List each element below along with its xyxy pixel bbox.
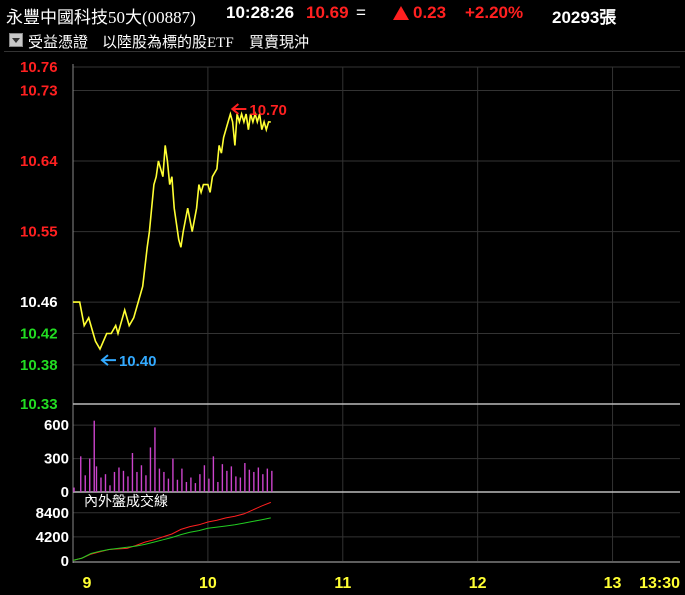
price-tick-label: 10.38: [20, 357, 58, 374]
tag-china-etf: 以陸股為標的股ETF: [102, 35, 234, 51]
price-tick-label: 10.33: [20, 396, 58, 413]
tag-bar: 受益憑證 以陸股為標的股ETF 買賣現沖: [4, 29, 685, 52]
dropdown-toggle-icon[interactable]: [9, 33, 23, 47]
low-price-label: 10.40: [119, 353, 157, 370]
flow-tick-label: 8400: [36, 505, 69, 522]
high-price-label: 10.70: [249, 102, 287, 119]
time-tick-label: 9: [83, 575, 92, 592]
price-tick-label: 10.55: [20, 224, 58, 241]
low-marker: 10.40: [100, 353, 157, 370]
volume-tick-label: 600: [44, 417, 69, 434]
price-tick-label: 10.73: [20, 83, 58, 100]
last-price: 10.69: [306, 3, 349, 22]
price-tick-label: 10.42: [20, 325, 58, 342]
flow-tick-label: 0: [61, 553, 69, 570]
flow-tick-label: 4200: [36, 529, 69, 546]
volume-bars: [73, 420, 273, 492]
quote-time: 10:28:26: [226, 3, 295, 22]
inner-volume-line: [72, 517, 271, 561]
tag-day-trade: 買賣現沖: [249, 35, 310, 51]
stock-name[interactable]: 永豐中國科技50大(00887): [6, 3, 196, 28]
up-triangle-icon: [393, 6, 409, 20]
quote-header: 永豐中國科技50大(00887) 10:28:26 10.69 = 0.23 +…: [0, 0, 685, 28]
total-volume: 20293張: [552, 8, 617, 27]
time-tick-label: 10: [199, 575, 217, 592]
time-tick-label: 12: [469, 575, 487, 592]
intraday-chart[interactable]: 10.76 10.73 10.64 10.55 10.46 10.42 10.38 10.33…: [0, 52, 685, 595]
volume-tick-label: 300: [44, 451, 69, 468]
price-eq-sign: =: [356, 3, 366, 22]
price-change: 0.23: [413, 3, 447, 22]
chart-labels: 內外盤成交線 10.70 10.40: [84, 102, 287, 509]
tag-beneficiary-certificate: 受益憑證: [28, 35, 89, 51]
chart-axes: 10.76 10.73 10.64 10.55 10.46 10.42 10.38 10.33…: [20, 59, 680, 592]
volume-tick-label: 0: [61, 484, 69, 501]
outer-volume-line: [72, 501, 271, 561]
time-tick-label: 13: [604, 575, 622, 592]
time-tick-label: 11: [334, 575, 351, 592]
time-tick-label: 13:30: [639, 575, 680, 592]
price-tick-label: 10.64: [20, 153, 58, 170]
price-tick-label: 10.76: [20, 59, 58, 76]
price-tick-label: 10.46: [20, 294, 58, 311]
price-change-percent: +2.20%: [465, 3, 524, 22]
flow-panel-title: 內外盤成交線: [84, 493, 168, 509]
